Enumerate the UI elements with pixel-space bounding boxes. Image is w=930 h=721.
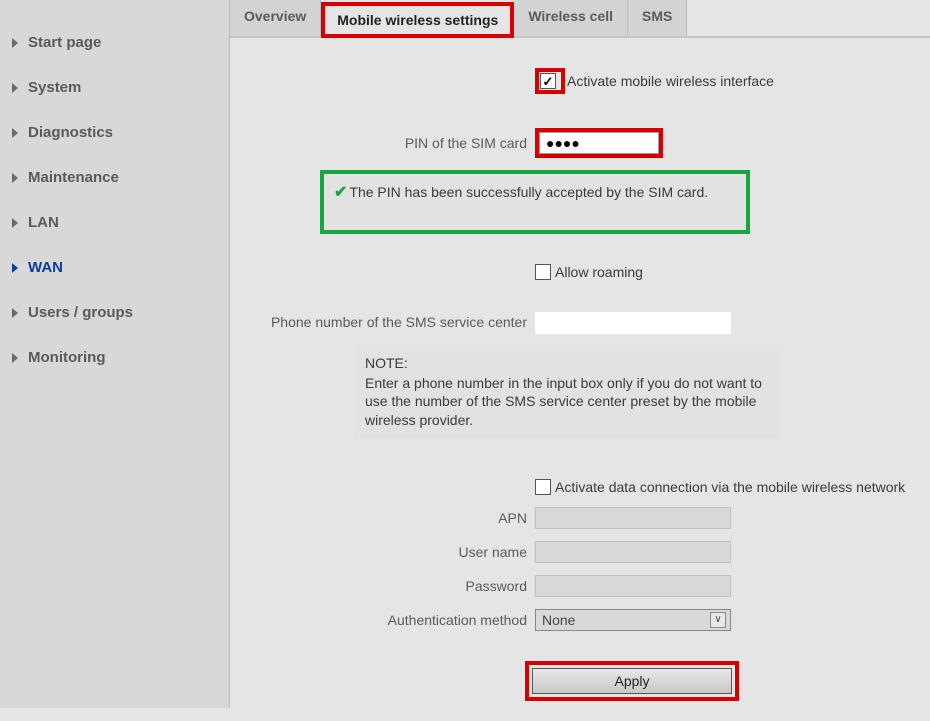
- note-box: NOTE: Enter a phone number in the input …: [355, 346, 780, 439]
- check-icon: ✔: [334, 184, 347, 201]
- activate-mobile-label: Activate mobile wireless interface: [567, 73, 774, 89]
- highlight-pin-field: [535, 128, 663, 158]
- auth-label: Authentication method: [250, 612, 535, 628]
- chevron-right-icon: [12, 308, 18, 318]
- password-label: Password: [250, 578, 535, 594]
- activate-mobile-checkbox[interactable]: [540, 73, 556, 89]
- chevron-right-icon: [12, 128, 18, 138]
- chevron-down-icon: ∨: [710, 612, 726, 628]
- username-label: User name: [250, 544, 535, 560]
- chevron-right-icon: [12, 218, 18, 228]
- sidebar-item-monitoring[interactable]: Monitoring: [0, 335, 229, 380]
- pin-status-box: ✔The PIN has been successfully accepted …: [320, 170, 750, 234]
- sidebar-item-label: Users / groups: [28, 304, 133, 321]
- activate-data-label: Activate data connection via the mobile …: [555, 479, 905, 495]
- note-title: NOTE:: [365, 354, 770, 372]
- sidebar-item-diagnostics[interactable]: Diagnostics: [0, 110, 229, 155]
- sidebar-item-label: Start page: [28, 34, 101, 51]
- highlight-activate-checkbox: [535, 68, 565, 94]
- chevron-right-icon: [12, 38, 18, 48]
- pin-input[interactable]: [539, 132, 659, 154]
- tab-bar: Overview Mobile wireless settings Wirele…: [230, 0, 930, 38]
- allow-roaming-checkbox[interactable]: [535, 264, 551, 280]
- pin-status-text: The PIN has been successfully accepted b…: [349, 184, 708, 200]
- main-panel: Overview Mobile wireless settings Wirele…: [230, 0, 930, 708]
- allow-roaming-label: Allow roaming: [555, 264, 643, 280]
- username-input[interactable]: [535, 541, 731, 563]
- tab-sms[interactable]: SMS: [628, 0, 687, 36]
- chevron-right-icon: [12, 353, 18, 363]
- sidebar-item-start-page[interactable]: Start page: [0, 20, 229, 65]
- sidebar-item-label: System: [28, 79, 81, 96]
- chevron-right-icon: [12, 263, 18, 273]
- pin-label: PIN of the SIM card: [250, 135, 535, 151]
- activate-data-checkbox[interactable]: [535, 479, 551, 495]
- chevron-right-icon: [12, 83, 18, 93]
- sidebar-item-maintenance[interactable]: Maintenance: [0, 155, 229, 200]
- sidebar-item-wan[interactable]: WAN: [0, 245, 229, 290]
- auth-method-value: None: [542, 612, 575, 628]
- tab-wireless-cell[interactable]: Wireless cell: [514, 0, 628, 36]
- chevron-right-icon: [12, 173, 18, 183]
- note-body: Enter a phone number in the input box on…: [365, 374, 770, 429]
- auth-method-select[interactable]: None ∨: [535, 609, 731, 631]
- apn-label: APN: [250, 510, 535, 526]
- sms-center-label: Phone number of the SMS service center: [250, 312, 535, 330]
- apn-input[interactable]: [535, 507, 731, 529]
- sidebar-item-users-groups[interactable]: Users / groups: [0, 290, 229, 335]
- sidebar-item-label: Diagnostics: [28, 124, 113, 141]
- sidebar-item-label: Monitoring: [28, 349, 105, 366]
- apply-button[interactable]: Apply: [532, 668, 732, 694]
- sidebar: Start page System Diagnostics Maintenanc…: [0, 0, 230, 708]
- sidebar-item-label: LAN: [28, 214, 59, 231]
- sidebar-item-label: Maintenance: [28, 169, 119, 186]
- sidebar-item-label: WAN: [28, 259, 63, 276]
- password-input[interactable]: [535, 575, 731, 597]
- form-area: Activate mobile wireless interface PIN o…: [230, 38, 930, 721]
- sidebar-item-lan[interactable]: LAN: [0, 200, 229, 245]
- sms-center-input[interactable]: [535, 312, 731, 334]
- highlight-apply-button: Apply: [525, 661, 739, 701]
- tab-mobile-wireless-settings[interactable]: Mobile wireless settings: [321, 2, 514, 38]
- tab-overview[interactable]: Overview: [230, 0, 321, 36]
- sidebar-item-system[interactable]: System: [0, 65, 229, 110]
